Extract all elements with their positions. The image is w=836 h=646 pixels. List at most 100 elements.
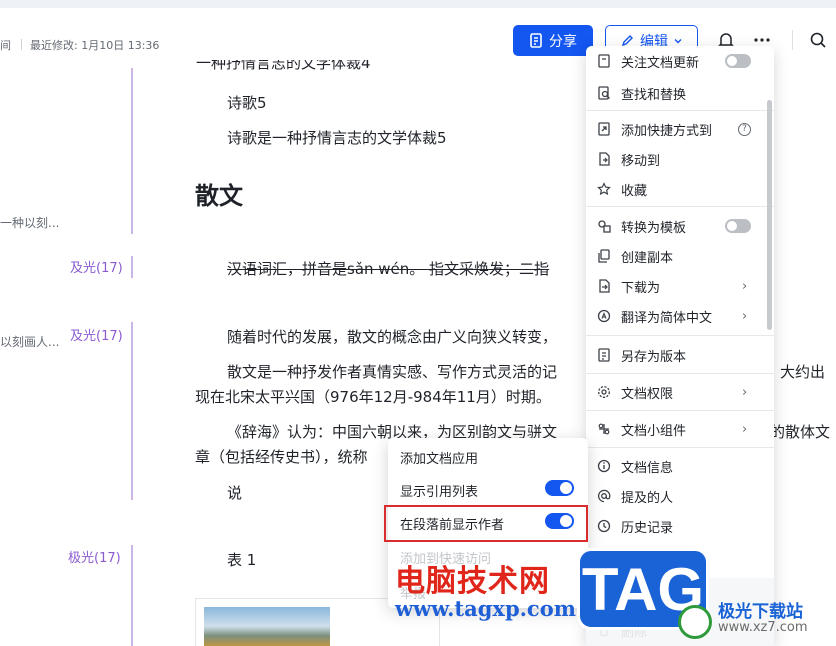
- find-replace-icon: [596, 85, 612, 101]
- doc-paragraph: 随着时代的发展，散文的概念由广义向狭义转变，: [227, 328, 558, 346]
- watermark-url: www.tagxp.com: [395, 596, 576, 621]
- submenu-add-app[interactable]: 添加文档应用: [400, 448, 478, 467]
- search-icon[interactable]: [805, 27, 831, 53]
- copy-icon: [596, 248, 612, 264]
- widget-icon: [596, 421, 612, 437]
- menu-label: 另存为版本: [621, 349, 687, 365]
- menu-item-download[interactable]: 下载为 ›: [586, 271, 774, 301]
- menu-item-follow[interactable]: 关注文档更新: [586, 46, 774, 76]
- menu-item-template[interactable]: 转换为模板: [586, 211, 774, 241]
- history-icon: [596, 518, 612, 534]
- comment-rail: [131, 545, 133, 646]
- menu-label: 文档小组件: [621, 423, 687, 439]
- menu-label: 文档信息: [621, 460, 674, 476]
- meta-partial: 间: [0, 39, 11, 52]
- watermark-site-url: www.xz7.com: [718, 620, 808, 635]
- template-icon: [596, 218, 612, 234]
- doc-paragraph: 诗歌是一种抒情言志的文学体裁5: [227, 129, 447, 147]
- at-icon: [596, 488, 612, 504]
- menu-label: 收藏: [621, 183, 648, 199]
- highlight-box: [384, 505, 588, 542]
- menu-scrollbar[interactable]: [767, 100, 772, 330]
- comment-rail: [131, 256, 133, 278]
- comment-rail: [131, 68, 133, 234]
- menu-label: 翻译为简体中文: [621, 310, 713, 326]
- menu-label: 查找和替换: [621, 87, 687, 103]
- menu-item-move[interactable]: 移动到: [586, 144, 774, 174]
- move-icon: [596, 151, 612, 167]
- follow-icon: [596, 53, 612, 69]
- menu-item-translate[interactable]: 翻译为简体中文 ›: [586, 301, 774, 331]
- menu-divider: [586, 410, 774, 411]
- info-icon: [596, 458, 612, 474]
- comment-author[interactable]: 及光(17): [70, 257, 123, 276]
- comment-author[interactable]: 极光(17): [68, 547, 121, 566]
- menu-item-info[interactable]: 文档信息: [586, 451, 774, 481]
- version-icon: [596, 347, 612, 363]
- watermark-cn: 电脑技术网: [395, 564, 550, 599]
- submenu-show-citation-label: 显示引用列表: [400, 485, 479, 500]
- menu-divider: [586, 373, 774, 374]
- menu-item-widgets[interactable]: 文档小组件 ›: [586, 414, 774, 444]
- menu-label: 转换为模板: [621, 220, 687, 236]
- comment-author[interactable]: 及光(17): [70, 325, 123, 344]
- header-divider: [792, 30, 793, 50]
- chevron-right-icon: ›: [742, 308, 748, 324]
- follow-toggle[interactable]: [725, 54, 751, 68]
- chevron-right-icon: ›: [742, 421, 748, 437]
- table-caption: 表 1: [227, 551, 257, 569]
- show-citation-toggle[interactable]: [545, 480, 574, 496]
- chevron-down-icon: [674, 38, 682, 43]
- shortcut-icon: [596, 121, 612, 137]
- doc-paragraph: 现在北宋太平兴国（976年12月-984年11月）时期。: [195, 388, 551, 406]
- menu-item-shortcut[interactable]: 添加快捷方式到 ?: [586, 114, 774, 144]
- menu-label: 添加快捷方式到: [621, 123, 713, 139]
- menu-label: 关注文档更新: [621, 55, 700, 71]
- chevron-right-icon: ›: [742, 384, 748, 400]
- share-label: 分享: [549, 33, 577, 50]
- chevron-right-icon: ›: [742, 278, 748, 294]
- doc-paragraph: 说: [227, 484, 243, 502]
- menu-item-history[interactable]: 历史记录: [586, 511, 774, 541]
- heading-prose: 散文: [195, 182, 243, 210]
- share-doc-icon: [530, 33, 542, 48]
- doc-paragraph-tail: 大约出: [780, 363, 826, 381]
- translate-icon: [596, 308, 612, 324]
- doc-paragraph: 散文是一种抒发作者真情实感、写作方式灵活的记: [227, 363, 558, 381]
- menu-item-save-version[interactable]: 另存为版本: [586, 340, 774, 370]
- last-modified: 最近修改: 1月10日 13:36: [30, 39, 160, 52]
- menu-label: 创建副本: [621, 250, 674, 266]
- menu-item-mentions[interactable]: 提及的人: [586, 481, 774, 511]
- menu-label: 移动到: [621, 153, 661, 169]
- watermark-site: 极光下载站: [718, 602, 803, 622]
- landscape-image: [204, 607, 330, 646]
- menu-divider: [586, 206, 774, 207]
- menu-divider: [586, 110, 774, 111]
- share-button[interactable]: 分享: [513, 25, 593, 56]
- help-icon[interactable]: ?: [738, 123, 751, 136]
- star-icon: [596, 181, 612, 197]
- comment-rail: [131, 322, 133, 500]
- comment-snippet[interactable]: 以刻画人...: [0, 333, 59, 350]
- top-band: [0, 0, 836, 8]
- menu-label: 历史记录: [621, 520, 674, 536]
- doc-paragraph: 诗歌5: [227, 94, 267, 112]
- meta-separator: [21, 39, 22, 50]
- menu-item-find-replace[interactable]: 查找和替换: [586, 78, 774, 108]
- menu-item-copy[interactable]: 创建副本: [586, 241, 774, 271]
- menu-label: 提及的人: [621, 490, 674, 506]
- menu-item-permissions[interactable]: 文档权限 ›: [586, 377, 774, 407]
- comment-snippet[interactable]: 一种以刻...: [0, 214, 59, 231]
- menu-label: 文档权限: [621, 386, 674, 402]
- doc-meta: 间 最近修改: 1月10日 13:36: [0, 37, 159, 53]
- menu-divider: [586, 335, 774, 336]
- doc-paragraph-tail: 的散体文: [770, 423, 831, 441]
- gear-icon: [596, 384, 612, 400]
- menu-item-favorite[interactable]: 收藏: [586, 174, 774, 204]
- doc-paragraph: 章（包括经传史书），统称: [195, 448, 368, 466]
- watermark-site-logo: [678, 605, 712, 639]
- menu-label: 下载为: [621, 280, 661, 296]
- download-icon: [596, 278, 612, 294]
- menu-divider: [586, 447, 774, 448]
- template-toggle[interactable]: [725, 219, 751, 233]
